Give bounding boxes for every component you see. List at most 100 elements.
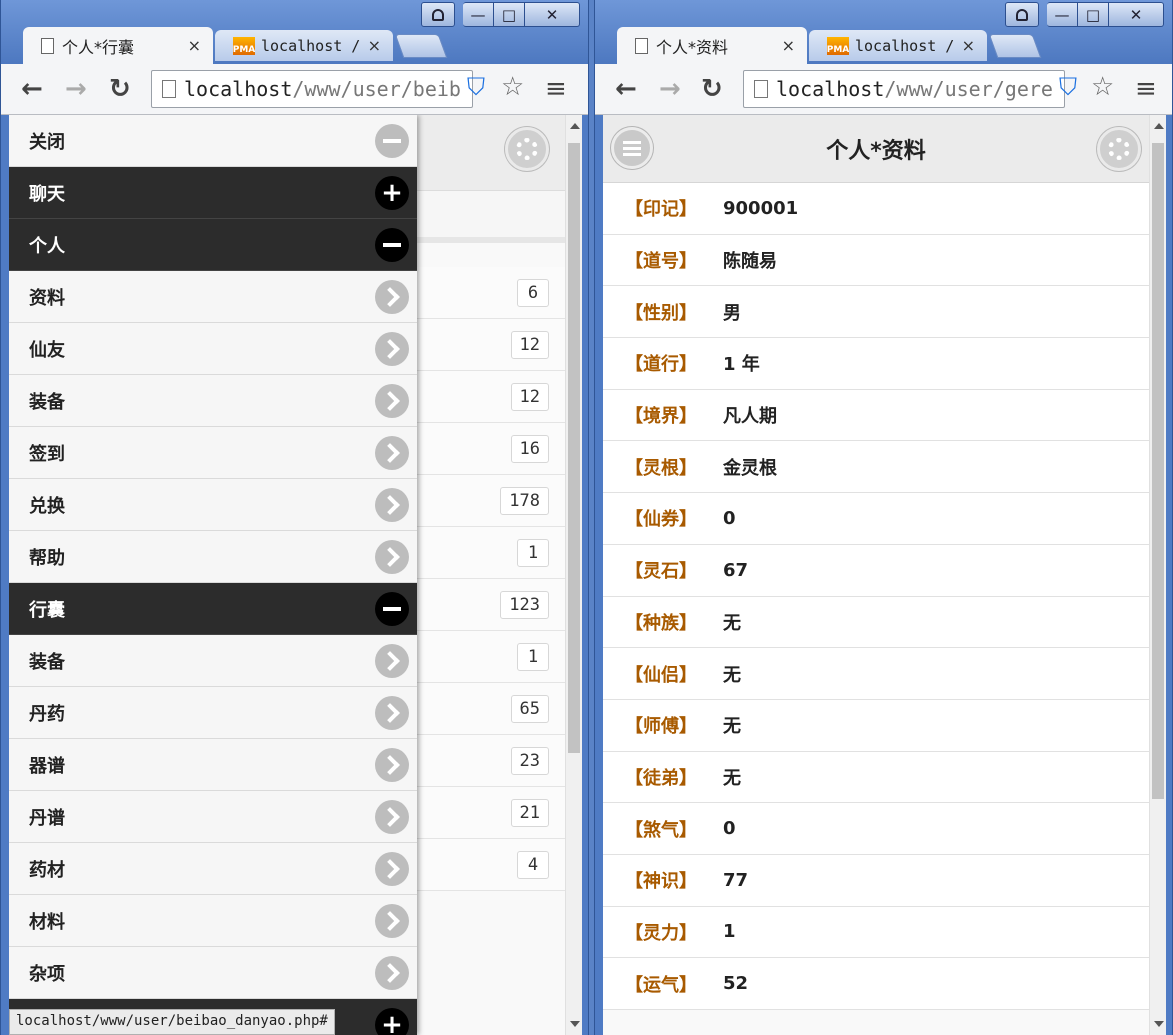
panel-section-header[interactable]: 个人	[9, 219, 417, 271]
field-value: 无	[723, 664, 741, 686]
field-value: 金灵根	[723, 457, 777, 479]
panel-menu-item[interactable]: 资料	[9, 271, 417, 323]
tab-close-icon[interactable]: ×	[368, 36, 381, 55]
panel-item-label: 丹谱	[29, 807, 65, 829]
field-value: 无	[723, 612, 741, 634]
tab-close-icon[interactable]: ×	[962, 36, 975, 55]
field-value: 无	[723, 716, 741, 738]
shield-extension-icon[interactable]: ⛉	[1059, 74, 1083, 100]
new-tab-button[interactable]	[394, 34, 448, 58]
panel-item-label: 药材	[29, 859, 65, 881]
panel-item-label: 装备	[29, 391, 65, 413]
phpmyadmin-icon: PMA	[233, 36, 255, 55]
panel-menu-item[interactable]: 器谱	[9, 739, 417, 791]
user-icon[interactable]	[421, 2, 455, 27]
shield-extension-icon[interactable]: ⛉	[467, 74, 491, 100]
back-icon[interactable]: ←	[21, 74, 43, 104]
field-label: 【煞气】	[625, 819, 697, 841]
arrow-right-circle-icon	[375, 852, 409, 886]
field-label: 【仙侣】	[625, 664, 697, 686]
panel-section-header[interactable]: 行囊	[9, 583, 417, 635]
count-badge: 16	[510, 435, 549, 463]
tab-title: 个人*资料	[656, 37, 729, 57]
page-icon	[754, 80, 768, 98]
arrow-right-circle-icon	[375, 904, 409, 938]
user-icon[interactable]	[1005, 2, 1039, 27]
field-value: 1	[723, 921, 736, 943]
tab-title: localhost /	[261, 36, 361, 55]
field-value: 凡人期	[723, 406, 777, 428]
profile-field-row: 【种族】 无	[603, 596, 1149, 649]
field-value: 无	[723, 767, 741, 789]
field-value: 0	[723, 818, 736, 840]
page-header: 个人*资料	[603, 115, 1149, 183]
panel-menu-item[interactable]: 丹谱	[9, 791, 417, 843]
forward-icon[interactable]: →	[659, 74, 681, 104]
minus-circle-icon	[375, 124, 409, 158]
window-controls: — □ ✕	[1005, 2, 1164, 27]
panel-section-header[interactable]: 聊天	[9, 167, 417, 219]
maximize-button[interactable]: □	[1078, 2, 1109, 27]
panel-menu-item[interactable]: 药材	[9, 843, 417, 895]
scroll-down-icon[interactable]	[570, 1021, 580, 1027]
panel-menu-item[interactable]: 丹药	[9, 687, 417, 739]
count-badge: 4	[517, 851, 549, 879]
panel-menu-item[interactable]: 关闭	[9, 115, 417, 167]
browser-window-left: — □ ✕ 个人*行囊 × PMA localhost / × ← → ↻ lo…	[0, 0, 589, 1035]
browser-toolbar: ← → ↻ localhost/www/user/beib ⛉ ☆ ≡	[1, 64, 588, 115]
count-badge: 12	[510, 331, 549, 359]
browser-menu-icon[interactable]: ≡	[1135, 74, 1157, 104]
minus-circle-icon	[375, 228, 409, 262]
panel-menu-item[interactable]: 兑换	[9, 479, 417, 531]
tab-close-icon[interactable]: ×	[782, 36, 795, 55]
panel-menu-item[interactable]: 帮助	[9, 531, 417, 583]
address-bar[interactable]: localhost/www/user/beib	[151, 70, 473, 108]
address-bar[interactable]: localhost/www/user/gere	[743, 70, 1065, 108]
new-tab-button[interactable]	[988, 34, 1042, 58]
panel-menu-item[interactable]: 仙友	[9, 323, 417, 375]
reload-icon[interactable]: ↻	[701, 74, 723, 104]
scroll-thumb[interactable]	[568, 143, 580, 753]
browser-menu-icon[interactable]: ≡	[545, 74, 567, 104]
scroll-up-icon[interactable]	[570, 123, 580, 129]
field-label: 【境界】	[625, 406, 697, 428]
field-value: 52	[723, 973, 749, 995]
close-window-button[interactable]: ✕	[1109, 2, 1164, 27]
close-window-button[interactable]: ✕	[525, 2, 580, 27]
field-label: 【灵石】	[625, 561, 697, 583]
scroll-thumb[interactable]	[1152, 143, 1164, 799]
panel-menu-item[interactable]: 杂项	[9, 947, 417, 999]
tab-inactive[interactable]: PMA localhost / ×	[215, 30, 393, 61]
panel-menu-item[interactable]: 材料	[9, 895, 417, 947]
tab-active[interactable]: 个人*行囊 ×	[23, 27, 213, 64]
minimize-button[interactable]: —	[463, 2, 494, 27]
forward-icon[interactable]: →	[65, 74, 87, 104]
scrollbar[interactable]	[565, 115, 582, 1035]
settings-gear-icon[interactable]	[505, 127, 549, 171]
back-icon[interactable]: ←	[615, 74, 637, 104]
bookmark-star-icon[interactable]: ☆	[1091, 72, 1114, 102]
panel-menu-item[interactable]: 签到	[9, 427, 417, 479]
menu-toggle-icon[interactable]	[611, 127, 653, 169]
reload-icon[interactable]: ↻	[109, 74, 131, 104]
panel-item-label: 行囊	[29, 599, 65, 621]
profile-field-row: 【仙侣】 无	[603, 648, 1149, 700]
scrollbar[interactable]	[1149, 115, 1166, 1035]
minimize-button[interactable]: —	[1047, 2, 1078, 27]
settings-gear-icon[interactable]	[1097, 127, 1141, 171]
panel-item-label: 关闭	[29, 131, 65, 153]
panel-item-label: 装备	[29, 651, 65, 673]
scroll-down-icon[interactable]	[1154, 1021, 1164, 1027]
panel-item-label: 个人	[29, 235, 65, 257]
tab-close-icon[interactable]: ×	[188, 36, 201, 55]
tab-active[interactable]: 个人*资料 ×	[617, 27, 807, 64]
field-value: 900001	[723, 197, 799, 219]
field-label: 【性别】	[625, 302, 697, 324]
bookmark-star-icon[interactable]: ☆	[501, 72, 524, 102]
scroll-up-icon[interactable]	[1154, 123, 1164, 129]
tab-inactive[interactable]: PMA localhost / ×	[809, 30, 987, 61]
minus-circle-icon	[375, 592, 409, 626]
panel-menu-item[interactable]: 装备	[9, 635, 417, 687]
panel-menu-item[interactable]: 装备	[9, 375, 417, 427]
maximize-button[interactable]: □	[494, 2, 525, 27]
